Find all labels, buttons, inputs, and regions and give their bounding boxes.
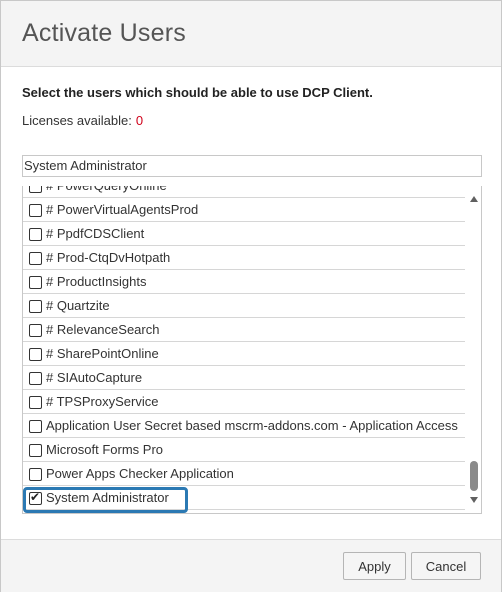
user-label: # PowerVirtualAgentsProd xyxy=(46,202,199,217)
users-list-rows: # PowerQueryOnline # PowerVirtualAgentsPr… xyxy=(23,186,465,510)
dialog-title: Activate Users xyxy=(22,19,186,47)
checkbox-icon[interactable] xyxy=(29,252,42,265)
user-label: # PowerQueryOnline xyxy=(46,186,167,193)
checkbox-icon[interactable] xyxy=(29,420,42,433)
checkbox-icon[interactable] xyxy=(29,186,42,193)
selected-users-field[interactable]: System Administrator xyxy=(22,155,482,177)
user-label: Microsoft Forms Pro xyxy=(46,442,164,457)
user-list-item[interactable]: # SIAutoCapture xyxy=(23,366,465,390)
checkbox-icon[interactable] xyxy=(29,490,42,505)
user-label: # ProductInsights xyxy=(46,274,147,289)
user-label: # SharePointOnline xyxy=(46,346,159,361)
user-list-item[interactable]: Microsoft Forms Pro xyxy=(23,438,465,462)
list-scrollbar[interactable] xyxy=(467,186,481,513)
chevron-down-icon[interactable] xyxy=(470,497,478,503)
users-list[interactable]: # PowerQueryOnline # PowerVirtualAgentsPr… xyxy=(22,186,482,514)
licenses-info: Licenses available: 0 xyxy=(22,113,143,128)
user-label: Power Apps Checker Application xyxy=(46,466,234,481)
scrollbar-thumb[interactable] xyxy=(470,461,478,491)
checkbox-icon[interactable] xyxy=(29,276,42,289)
user-list-item[interactable]: # Prod-CtqDvHotpath xyxy=(23,246,465,270)
checkbox-icon[interactable] xyxy=(29,228,42,241)
cancel-button[interactable]: Cancel xyxy=(411,552,481,580)
user-list-item[interactable]: System Administrator xyxy=(23,486,465,510)
user-label: # PpdfCDSClient xyxy=(46,226,145,241)
user-label: # Prod-CtqDvHotpath xyxy=(46,250,171,265)
checkbox-icon[interactable] xyxy=(29,396,42,409)
dialog-footer: Apply Cancel xyxy=(1,539,501,592)
user-list-item[interactable]: # ProductInsights xyxy=(23,270,465,294)
activate-users-dialog: Activate Users Select the users which sh… xyxy=(0,0,502,592)
user-list-item[interactable]: # SharePointOnline xyxy=(23,342,465,366)
apply-button[interactable]: Apply xyxy=(343,552,406,580)
licenses-label: Licenses available: xyxy=(22,113,132,128)
user-label: # Quartzite xyxy=(46,298,110,313)
checkbox-icon[interactable] xyxy=(29,300,42,313)
user-list-item[interactable]: # PowerQueryOnline xyxy=(23,186,465,198)
licenses-count: 0 xyxy=(135,113,144,128)
user-list-item[interactable]: # PowerVirtualAgentsProd xyxy=(23,198,465,222)
checkbox-icon[interactable] xyxy=(29,324,42,337)
user-label: # SIAutoCapture xyxy=(46,370,143,385)
user-label: System Administrator xyxy=(46,490,169,505)
user-label: Application User Secret based mscrm-addo… xyxy=(46,418,458,433)
chevron-up-icon[interactable] xyxy=(470,196,478,202)
dialog-header: Activate Users xyxy=(1,1,501,67)
checkbox-icon[interactable] xyxy=(29,444,42,457)
user-list-item[interactable]: Application User Secret based mscrm-addo… xyxy=(23,414,465,438)
instructions-text: Select the users which should be able to… xyxy=(22,85,373,100)
user-label: # TPSProxyService xyxy=(46,394,159,409)
checkbox-icon[interactable] xyxy=(29,372,42,385)
checkbox-icon[interactable] xyxy=(29,348,42,361)
user-list-item[interactable]: # RelevanceSearch xyxy=(23,318,465,342)
user-list-item[interactable]: # PpdfCDSClient xyxy=(23,222,465,246)
user-list-item[interactable]: Power Apps Checker Application xyxy=(23,462,465,486)
user-label: # RelevanceSearch xyxy=(46,322,160,337)
user-list-item[interactable]: # Quartzite xyxy=(23,294,465,318)
checkbox-icon[interactable] xyxy=(29,204,42,217)
checkbox-icon[interactable] xyxy=(29,468,42,481)
user-list-item[interactable]: # TPSProxyService xyxy=(23,390,465,414)
